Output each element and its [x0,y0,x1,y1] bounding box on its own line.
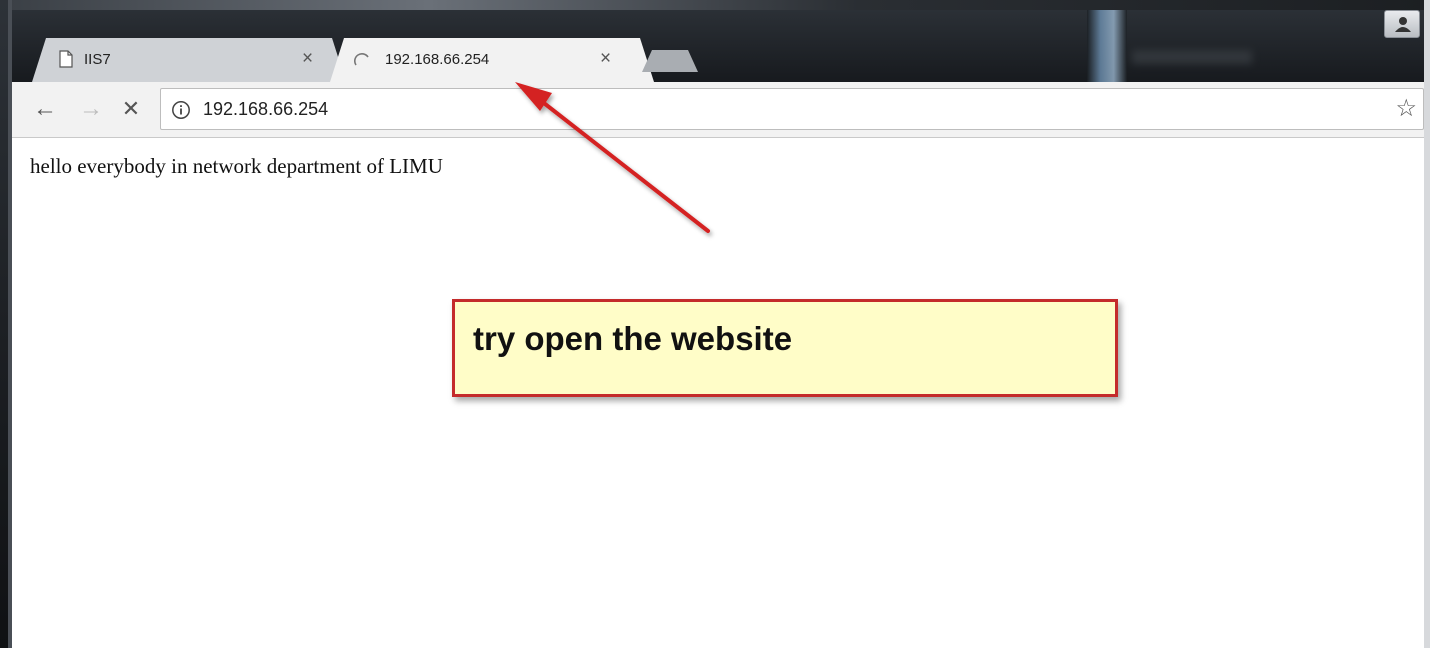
background-window-blur [1132,50,1252,64]
address-bar[interactable]: 192.168.66.254 ☆ [160,88,1424,130]
tab-close-icon[interactable]: × [600,49,611,69]
tab-title: 192.168.66.254 [385,51,490,68]
info-icon[interactable] [171,100,191,120]
annotation-callout-text: try open the website [473,320,793,357]
stop-loading-icon[interactable]: ✕ [116,94,146,124]
back-arrow-icon[interactable]: ← [30,94,60,124]
bookmark-star-icon[interactable]: ☆ [1395,95,1417,123]
tab-192-168-66-254[interactable]: 192.168.66.254 × [330,38,654,82]
window-frame-right [1424,0,1430,648]
window-frame-left [0,0,12,648]
desktop-background-strip [0,0,1430,10]
person-icon [1395,17,1411,32]
loading-spinner-icon [354,53,369,66]
tab-iis7[interactable]: IIS7 × [32,38,346,82]
url-text[interactable]: 192.168.66.254 [203,99,328,120]
forward-arrow-icon[interactable]: → [76,94,106,124]
tab-background [32,38,346,82]
tab-title: IIS7 [84,51,111,68]
background-window-glow [1087,10,1127,82]
browser-toolbar: ← → ✕ 192.168.66.254 ☆ [12,82,1424,138]
page-body-text: hello everybody in network department of… [30,154,443,178]
tab-close-icon[interactable]: × [302,49,313,69]
annotation-callout: try open the website [452,299,1118,397]
page-icon [59,50,73,68]
profile-button[interactable] [1384,10,1420,38]
